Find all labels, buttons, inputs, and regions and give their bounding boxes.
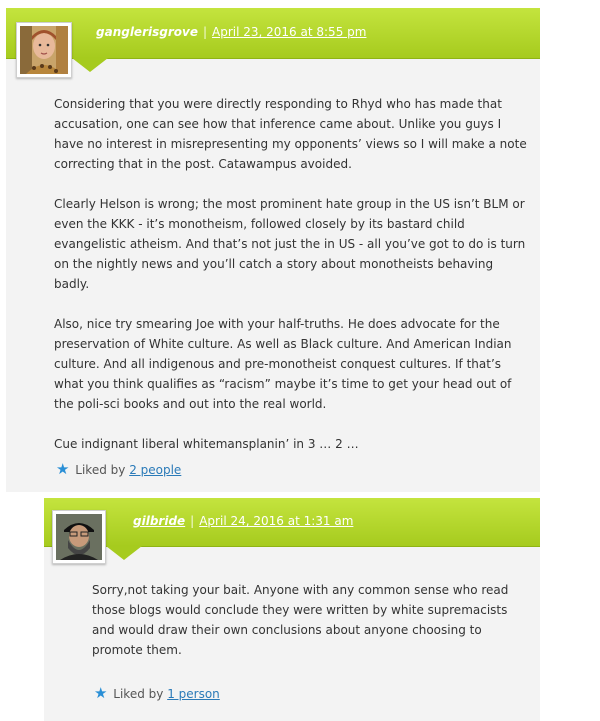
- comment-author[interactable]: gilbride: [133, 514, 185, 528]
- likes-prefix: Liked by: [75, 463, 126, 477]
- comment-meta: gilbride | April 24, 2016 at 1:31 am: [133, 514, 353, 528]
- likes-line: ★ Liked by 2 people: [56, 460, 181, 478]
- header-pointer: [72, 58, 108, 72]
- likes-line: ★ Liked by 1 person: [94, 684, 220, 702]
- avatar-image: [20, 26, 68, 74]
- meta-separator: |: [190, 514, 195, 528]
- avatar[interactable]: [16, 22, 72, 78]
- comment-paragraph: Sorry,not taking your bait. Anyone with …: [92, 583, 509, 657]
- comment-author[interactable]: ganglerisgrove: [96, 25, 198, 39]
- star-icon: ★: [56, 460, 70, 478]
- comment-body: Sorry,not taking your bait. Anyone with …: [92, 580, 528, 680]
- meta-separator: |: [202, 25, 208, 39]
- header-pointer: [106, 546, 142, 560]
- comment-gilbride: gilbride | April 24, 2016 at 1:31 am Sorry…: [44, 498, 540, 721]
- avatar-image: [56, 514, 102, 560]
- comment-paragraph: Clearly Helson is wrong; the most promin…: [54, 197, 526, 291]
- comment-date-link[interactable]: April 24, 2016 at 1:31 am: [199, 514, 353, 528]
- star-icon: ★: [94, 684, 108, 702]
- comment-meta: ganglerisgrove | April 23, 2016 at 8:55 pm: [96, 25, 366, 39]
- comment-paragraph: Also, nice try smearing Joe with your ha…: [54, 317, 512, 411]
- comment-body: Considering that you were directly respo…: [54, 94, 530, 474]
- comment-date-link[interactable]: April 23, 2016 at 8:55 pm: [212, 25, 366, 39]
- comment-paragraph: Considering that you were directly respo…: [54, 97, 527, 171]
- likes-prefix: Liked by: [113, 687, 164, 701]
- comment-paragraph: Cue indignant liberal whitemansplanin’ i…: [54, 437, 359, 451]
- comment-ganglerisgrove: ganglerisgrove | April 23, 2016 at 8:55 pm…: [6, 8, 540, 492]
- likes-link[interactable]: 2 people: [129, 463, 181, 477]
- likes-link[interactable]: 1 person: [167, 687, 220, 701]
- avatar[interactable]: [52, 510, 106, 564]
